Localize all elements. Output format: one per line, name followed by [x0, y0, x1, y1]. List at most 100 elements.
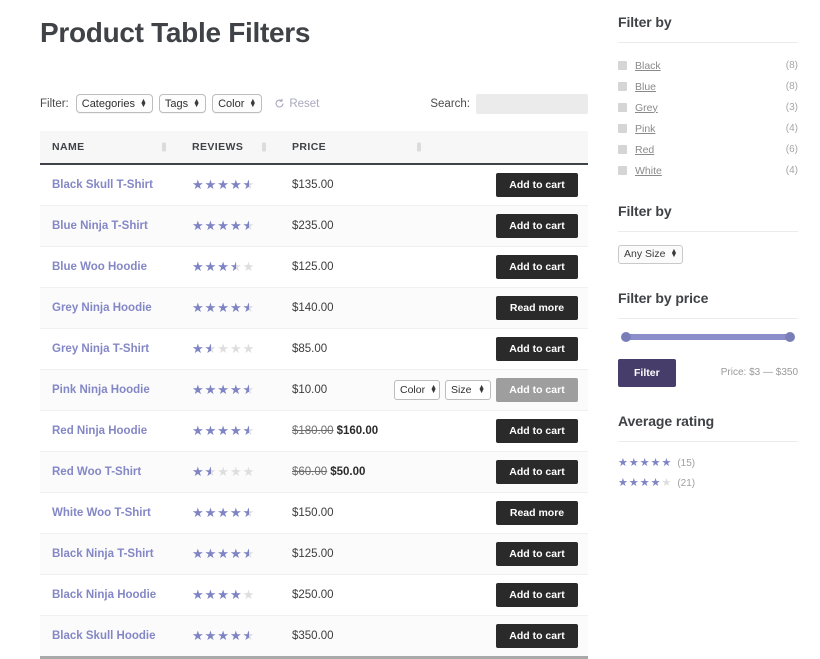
cell-reviews: ★★★★★★★★★★	[180, 492, 280, 533]
product-link[interactable]: Pink Ninja Hoodie	[52, 384, 150, 396]
star-rating-filled: ★★★★★	[192, 588, 243, 601]
color-filter-count: (4)	[786, 123, 798, 134]
product-link[interactable]: Red Ninja Hoodie	[52, 425, 147, 437]
color-filter-link[interactable]: Grey	[635, 102, 658, 114]
price-range-text: Price: $3 — $350	[721, 367, 798, 378]
search-label: Search:	[430, 98, 470, 110]
color-filter-link[interactable]: Blue	[635, 81, 656, 93]
product-link[interactable]: Grey Ninja Hoodie	[52, 302, 152, 314]
categories-select[interactable]: Categories ▲▼	[76, 94, 153, 113]
price-range-slider[interactable]	[622, 333, 794, 341]
product-link[interactable]: Black Skull Hoodie	[52, 630, 156, 642]
variant-select-size[interactable]: Size▲▼	[445, 380, 491, 400]
cell-name: Black Skull T-Shirt	[40, 164, 180, 206]
color-select[interactable]: Color ▲▼	[212, 94, 262, 113]
product-link[interactable]: Blue Woo Hoodie	[52, 261, 147, 273]
add-to-cart-button[interactable]: Add to cart	[496, 419, 578, 443]
color-filter-link[interactable]: Pink	[635, 123, 655, 135]
star-rating-filled: ★★★★★	[192, 465, 211, 478]
color-filter-link[interactable]: White	[635, 165, 662, 177]
add-to-cart-button[interactable]: Add to cart	[496, 173, 578, 197]
add-to-cart-button[interactable]: Add to cart	[496, 214, 578, 238]
tags-select[interactable]: Tags ▲▼	[159, 94, 206, 113]
read-more-button[interactable]: Read more	[496, 296, 578, 320]
cell-price: $235.00	[280, 205, 435, 246]
read-more-button[interactable]: Read more	[496, 501, 578, 525]
color-filter-item[interactable]: Blue(8)	[618, 76, 798, 97]
slider-handle-min[interactable]	[621, 332, 631, 342]
star-rating: ★★★★★★★★★★	[192, 260, 255, 273]
color-filter-link[interactable]: Red	[635, 144, 654, 156]
cell-price: $150.00	[280, 492, 435, 533]
star-rating-filled: ★★★★★	[192, 383, 249, 396]
add-to-cart-button[interactable]: Add to cart	[496, 542, 578, 566]
average-rating-item[interactable]: ★★★★★★★★★★(15)	[618, 454, 798, 474]
sort-indicator-icon[interactable]	[417, 142, 421, 151]
color-filter-item[interactable]: Grey(3)	[618, 97, 798, 118]
price-filter-button[interactable]: Filter	[618, 359, 676, 387]
divider	[618, 441, 798, 442]
slider-track	[622, 334, 794, 340]
reset-filters-button[interactable]: Reset	[274, 98, 319, 110]
cell-reviews: ★★★★★★★★★★	[180, 246, 280, 287]
star-rating: ★★★★★★★★★★	[192, 301, 255, 314]
star-rating-filled: ★★★★★	[192, 301, 249, 314]
product-link[interactable]: Black Ninja Hoodie	[52, 589, 156, 601]
product-link[interactable]: Black Ninja T-Shirt	[52, 548, 154, 560]
color-filter-item[interactable]: White (4)	[618, 160, 798, 181]
chevron-updown-icon: ▲▼	[249, 100, 256, 108]
price-value: $10.00	[292, 384, 327, 396]
cell-reviews: ★★★★★★★★★★	[180, 369, 280, 410]
color-swatch-icon	[618, 61, 627, 70]
add-to-cart-button[interactable]: Add to cart	[496, 337, 578, 361]
average-rating-count: (15)	[677, 458, 695, 469]
slider-handle-max[interactable]	[785, 332, 795, 342]
color-filter-item[interactable]: Pink (4)	[618, 118, 798, 139]
product-link[interactable]: Black Skull T-Shirt	[52, 179, 153, 191]
color-filter-count: (4)	[786, 165, 798, 176]
color-swatch-icon	[618, 82, 627, 91]
product-link[interactable]: White Woo T-Shirt	[52, 507, 151, 519]
add-to-cart-button[interactable]: Add to cart	[496, 583, 578, 607]
color-swatch-icon	[618, 124, 627, 133]
column-header-price[interactable]: PRICE	[280, 131, 435, 164]
divider	[618, 42, 798, 43]
star-rating: ★★★★★★★★★★	[192, 424, 255, 437]
product-link[interactable]: Blue Ninja T-Shirt	[52, 220, 148, 232]
cell-name: Black Skull Hoodie	[40, 615, 180, 656]
cell-actions: Add to cart	[435, 164, 588, 206]
color-swatch-icon	[618, 145, 627, 154]
size-select[interactable]: Any Size ▲▼	[618, 245, 683, 264]
variant-select-color[interactable]: Color▲▼	[394, 380, 440, 400]
variant-select-value: Size	[451, 384, 471, 396]
search-input[interactable]	[476, 94, 588, 114]
chevron-updown-icon: ▲▼	[193, 100, 200, 108]
add-to-cart-button[interactable]: Add to cart	[496, 378, 578, 402]
color-filter-item[interactable]: Black (8)	[618, 55, 798, 76]
cell-name: White Woo T-Shirt	[40, 492, 180, 533]
color-filter-item[interactable]: Red(6)	[618, 139, 798, 160]
sort-indicator-icon[interactable]	[262, 142, 266, 151]
size-select-value: Any Size	[624, 248, 665, 260]
sort-indicator-icon[interactable]	[162, 142, 166, 151]
product-link[interactable]: Red Woo T-Shirt	[52, 466, 141, 478]
product-link[interactable]: Grey Ninja T-Shirt	[52, 343, 149, 355]
star-rating: ★★★★★★★★★★	[192, 506, 255, 519]
sale-price: $160.00	[337, 425, 379, 437]
color-filter-link[interactable]: Black	[635, 60, 661, 72]
add-to-cart-button[interactable]: Add to cart	[496, 255, 578, 279]
sale-price: $50.00	[330, 466, 365, 478]
color-filter-count: (8)	[786, 60, 798, 71]
add-to-cart-button[interactable]: Add to cart	[496, 624, 578, 648]
table-header: NAME REVIEWS PRICE	[40, 131, 588, 164]
column-header-reviews[interactable]: REVIEWS	[180, 131, 280, 164]
average-rating-item[interactable]: ★★★★★★★★★★(21)	[618, 474, 798, 494]
column-label-price: PRICE	[292, 141, 326, 153]
cell-actions: Add to cart	[435, 246, 588, 287]
size-filter-title: Filter by	[618, 203, 798, 219]
action-group: Add to cart	[447, 255, 578, 279]
cell-reviews: ★★★★★★★★★★	[180, 574, 280, 615]
add-to-cart-button[interactable]: Add to cart	[496, 460, 578, 484]
column-label-name: NAME	[52, 141, 85, 153]
column-header-name[interactable]: NAME	[40, 131, 180, 164]
